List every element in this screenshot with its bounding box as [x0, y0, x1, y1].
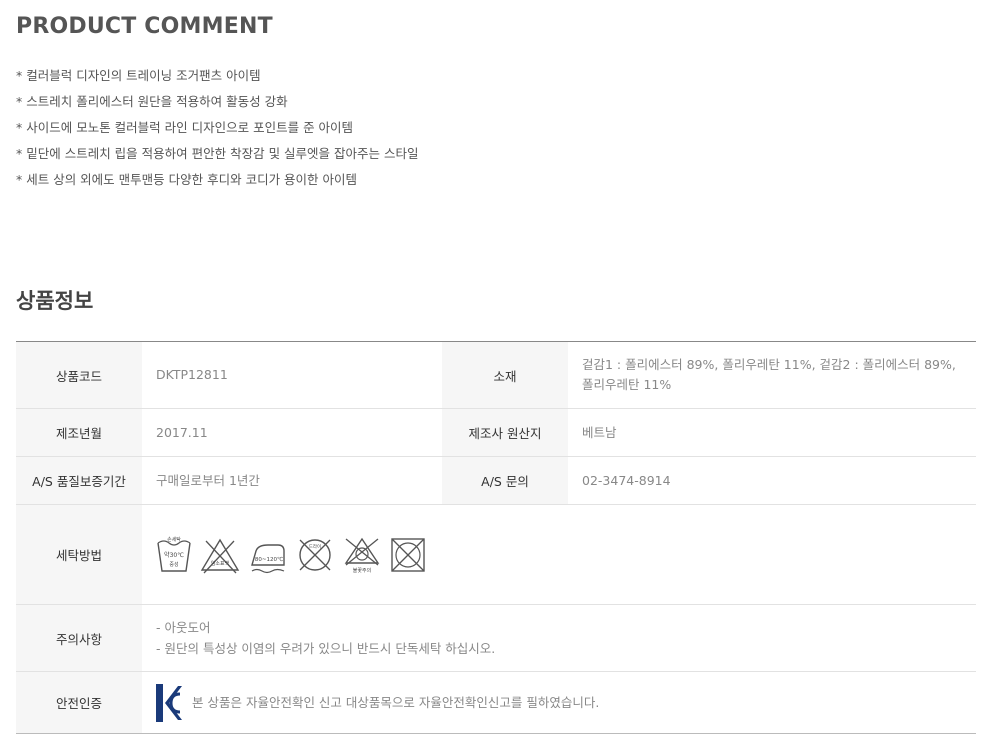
wash-method-value: 손세탁 약30℃ 중성 염소표백 80~120℃ 드라이 불꽃주의: [142, 504, 976, 605]
safety-cert-label: 안전인증: [16, 671, 142, 734]
material-value: 겉감1 : 폴리에스터 89%, 폴리우레탄 11%, 겉감2 : 폴리에스터 …: [568, 341, 976, 409]
spec-table: 상품코드 DKTP12811 소재 겉감1 : 폴리에스터 89%, 폴리우레탄…: [16, 341, 976, 734]
origin-label: 제조사 원산지: [442, 408, 568, 457]
comment-item: * 컬러블럭 디자인의 트레이닝 조거팬츠 아이템: [16, 68, 261, 83]
caution-line: - 아웃도어: [156, 620, 211, 635]
caution-value: - 아웃도어 - 원단의 특성상 이염의 우려가 있으니 반드시 단독세탁 하십…: [142, 604, 976, 672]
product-code-label: 상품코드: [16, 341, 142, 409]
material-label: 소재: [442, 341, 568, 409]
care-icons: 손세탁 약30℃ 중성 염소표백 80~120℃ 드라이 불꽃주의: [156, 535, 962, 575]
dryer-text: 불꽃주의: [353, 567, 371, 574]
hand-wash-bottom-text: 중성: [169, 561, 178, 568]
comment-item: * 스트레치 폴리에스터 원단을 적용하여 활동성 강화: [16, 94, 288, 109]
spec-row: 제조년월 2017.11 제조사 원산지 베트남: [16, 408, 976, 457]
comment-item: * 사이드에 모노톤 컬러블럭 라인 디자인으로 포인트를 준 아이템: [16, 120, 354, 135]
wash-method-label: 세탁방법: [16, 504, 142, 605]
hand-wash-icon: 손세탁 약30℃ 중성: [157, 536, 191, 572]
caution-line: - 원단의 특성상 이염의 우려가 있으니 반드시 단독세탁 하십시오.: [156, 641, 496, 656]
comment-item: * 세트 상의 외에도 맨투맨등 다양한 후디와 코디가 용이한 아이템: [16, 172, 358, 187]
comment-list: * 컬러블럭 디자인의 트레이닝 조거팬츠 아이템 * 스트레치 폴리에스터 원…: [16, 67, 419, 197]
hand-wash-top-text: 손세탁: [167, 536, 181, 543]
spec-row: 세탁방법 손세탁 약30℃ 중성 염소표백 80~120℃ 드라이 불꽃주의: [16, 504, 976, 605]
comment-item: * 밑단에 스트레치 립을 적용하여 편안한 착장감 및 실루엣을 잡아주는 스…: [16, 146, 419, 161]
safety-cert-text: 본 상품은 자율안전확인 신고 대상품목으로 자율안전확인신고를 필하였습니다.: [192, 694, 600, 710]
product-code-value: DKTP12811: [142, 341, 442, 409]
kc-mark-icon: [156, 683, 182, 722]
warranty-value: 구매일로부터 1년간: [142, 456, 442, 505]
manufacture-date-value: 2017.11: [142, 408, 442, 457]
no-dry-clean-icon: 드라이: [299, 538, 331, 571]
caution-label: 주의사항: [16, 604, 142, 672]
as-contact-value: 02-3474-8914: [568, 456, 976, 505]
hand-wash-temp-text: 약30℃: [164, 551, 184, 559]
dry-clean-text: 드라이: [309, 543, 321, 550]
iron-icon: 80~120℃: [251, 543, 285, 573]
manufacture-date-label: 제조년월: [16, 408, 142, 457]
no-tumble-dry-icon: [391, 537, 425, 572]
spec-row: 안전인증 본 상품은 자율안전확인 신고 대상품목으로 자율안전확인신고를 필하…: [16, 671, 976, 734]
product-detail: PRODUCT COMMENT * 컬러블럭 디자인의 트레이닝 조거팬츠 아이…: [0, 0, 1004, 745]
as-contact-label: A/S 문의: [442, 456, 568, 505]
safety-cert-value: 본 상품은 자율안전확인 신고 대상품목으로 자율안전확인신고를 필하였습니다.: [142, 672, 976, 734]
product-info-title: 상품정보: [16, 289, 94, 313]
fire-caution-icon: 불꽃주의: [344, 537, 380, 574]
product-comment-title: PRODUCT COMMENT: [16, 14, 273, 39]
spec-row: A/S 품질보증기간 구매일로부터 1년간 A/S 문의 02-3474-891…: [16, 456, 976, 505]
spec-row: 주의사항 - 아웃도어 - 원단의 특성상 이염의 우려가 있으니 반드시 단독…: [16, 604, 976, 672]
bleach-text: 염소표백: [211, 560, 230, 567]
spec-row: 상품코드 DKTP12811 소재 겉감1 : 폴리에스터 89%, 폴리우레탄…: [16, 341, 976, 409]
no-bleach-icon: 염소표백: [200, 538, 240, 573]
iron-text: 80~120℃: [255, 556, 283, 563]
warranty-label: A/S 품질보증기간: [16, 456, 142, 505]
origin-value: 베트남: [568, 408, 976, 457]
